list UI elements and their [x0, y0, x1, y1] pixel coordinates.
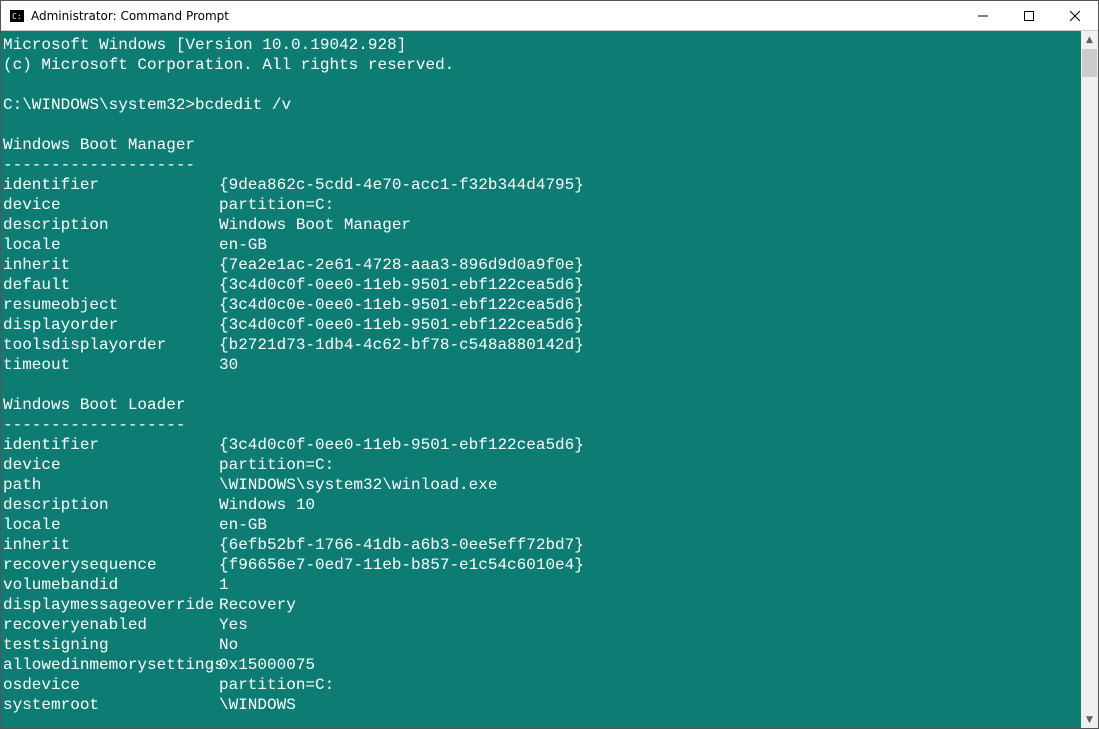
- entry-key-1-2: path: [3, 475, 219, 495]
- minimize-button[interactable]: [960, 1, 1006, 30]
- entry-key-0-0: identifier: [3, 175, 219, 195]
- entry-key-1-11: allowedinmemorysettings: [3, 655, 219, 675]
- entry-key-0-4: inherit: [3, 255, 219, 275]
- entry-key-0-7: displayorder: [3, 315, 219, 335]
- entry-val-1-4: en-GB: [219, 515, 267, 535]
- entry-val-0-2: Windows Boot Manager: [219, 215, 411, 235]
- entry-key-0-1: device: [3, 195, 219, 215]
- entry-key-0-8: toolsdisplayorder: [3, 335, 219, 355]
- entry-key-1-10: testsigning: [3, 635, 219, 655]
- entry-val-0-4: {7ea2e1ac-2e61-4728-aaa3-896d9d0a9f0e}: [219, 255, 584, 275]
- close-button[interactable]: [1052, 1, 1098, 30]
- cmd-window: C: Administrator: Command Prompt Microso…: [0, 0, 1099, 729]
- terminal-output[interactable]: Microsoft Windows [Version 10.0.19042.92…: [1, 31, 1081, 728]
- entry-key-1-9: recoveryenabled: [3, 615, 219, 635]
- entry-key-1-6: recoverysequence: [3, 555, 219, 575]
- entry-key-1-1: device: [3, 455, 219, 475]
- entry-val-1-12: partition=C:: [219, 675, 334, 695]
- entry-val-0-1: partition=C:: [219, 195, 334, 215]
- scroll-thumb[interactable]: [1082, 49, 1097, 77]
- entry-val-1-13: \WINDOWS: [219, 695, 296, 715]
- entry-val-1-5: {6efb52bf-1766-41db-a6b3-0ee5eff72bd7}: [219, 535, 584, 555]
- entry-key-1-3: description: [3, 495, 219, 515]
- entry-val-1-1: partition=C:: [219, 455, 334, 475]
- entry-val-1-0: {3c4d0c0f-0ee0-11eb-9501-ebf122cea5d6}: [219, 435, 584, 455]
- entry-val-1-3: Windows 10: [219, 495, 315, 515]
- entry-val-1-6: {f96656e7-0ed7-11eb-b857-e1c54c6010e4}: [219, 555, 584, 575]
- entry-val-0-9: 30: [219, 355, 238, 375]
- entry-val-0-0: {9dea862c-5cdd-4e70-acc1-f32b344d4795}: [219, 175, 584, 195]
- entry-key-1-5: inherit: [3, 535, 219, 555]
- terminal-area: Microsoft Windows [Version 10.0.19042.92…: [1, 31, 1098, 728]
- entry-val-1-7: 1: [219, 575, 229, 595]
- cmd-icon: C:: [9, 8, 25, 24]
- entry-key-1-7: volumebandid: [3, 575, 219, 595]
- entry-key-1-12: osdevice: [3, 675, 219, 695]
- entry-val-1-2: \WINDOWS\system32\winload.exe: [219, 475, 497, 495]
- entry-key-1-4: locale: [3, 515, 219, 535]
- entry-key-1-13: systemroot: [3, 695, 219, 715]
- entry-key-0-5: default: [3, 275, 219, 295]
- entry-key-0-9: timeout: [3, 355, 219, 375]
- entry-val-0-7: {3c4d0c0f-0ee0-11eb-9501-ebf122cea5d6}: [219, 315, 584, 335]
- entry-key-0-6: resumeobject: [3, 295, 219, 315]
- svg-text:C:: C:: [12, 12, 22, 21]
- window-title: Administrator: Command Prompt: [31, 9, 960, 23]
- scroll-up-arrow[interactable]: ▲: [1081, 31, 1098, 48]
- entry-val-1-11: 0x15000075: [219, 655, 315, 675]
- entry-key-1-0: identifier: [3, 435, 219, 455]
- entry-val-1-10: No: [219, 635, 238, 655]
- entry-key-0-3: locale: [3, 235, 219, 255]
- entry-key-0-2: description: [3, 215, 219, 235]
- maximize-button[interactable]: [1006, 1, 1052, 30]
- scroll-down-arrow[interactable]: ▼: [1081, 711, 1098, 728]
- entry-val-0-5: {3c4d0c0f-0ee0-11eb-9501-ebf122cea5d6}: [219, 275, 584, 295]
- entry-val-0-3: en-GB: [219, 235, 267, 255]
- window-controls: [960, 1, 1098, 30]
- entry-key-1-8: displaymessageoverride: [3, 595, 219, 615]
- scrollbar[interactable]: ▲ ▼: [1081, 31, 1098, 728]
- titlebar[interactable]: C: Administrator: Command Prompt: [1, 1, 1098, 31]
- entry-val-0-6: {3c4d0c0e-0ee0-11eb-9501-ebf122cea5d6}: [219, 295, 584, 315]
- entry-val-1-8: Recovery: [219, 595, 296, 615]
- entry-val-0-8: {b2721d73-1db4-4c62-bf78-c548a880142d}: [219, 335, 584, 355]
- entry-val-1-9: Yes: [219, 615, 248, 635]
